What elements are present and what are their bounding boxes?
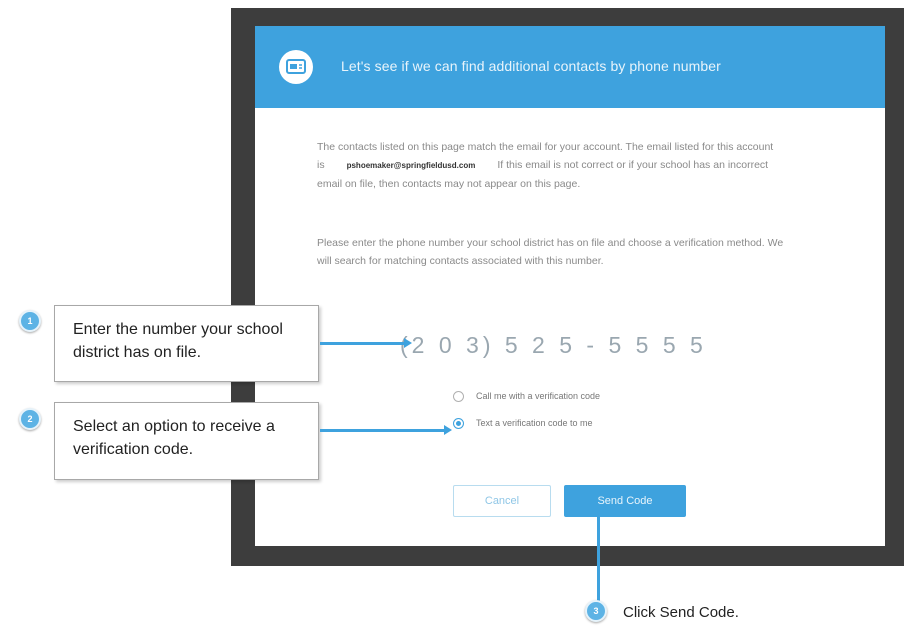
callout-arrow-1 xyxy=(320,342,406,345)
dialog-header: Let's see if we can find additional cont… xyxy=(255,26,885,108)
arrowhead-1-icon xyxy=(404,338,412,348)
cancel-button[interactable]: Cancel xyxy=(453,485,551,517)
callout-arrow-2 xyxy=(320,429,444,432)
callout-click-send: Click Send Code. xyxy=(623,604,739,621)
dialog-title: Let's see if we can find additional cont… xyxy=(341,58,721,74)
step-1-badge: 1 xyxy=(19,310,41,332)
callout-enter-number: Enter the number your school district ha… xyxy=(54,305,319,382)
option-text-verification[interactable]: Text a verification code to me xyxy=(453,415,593,431)
arrowhead-2-icon xyxy=(444,425,452,435)
option-text-label: Text a verification code to me xyxy=(476,418,593,428)
radio-text[interactable] xyxy=(453,417,464,429)
step-2-badge: 2 xyxy=(19,408,41,430)
callout-select-option: Select an option to receive a verificati… xyxy=(54,402,319,480)
instructions-paragraph: Please enter the phone number your schoo… xyxy=(317,237,784,267)
phone-number-input[interactable]: (2 0 3) 5 2 5 - 5 5 5 5 xyxy=(400,332,707,359)
callout-arrow-3 xyxy=(597,517,600,601)
account-email: pshoemaker@springfieldusd.com xyxy=(346,161,476,170)
step-3-badge: 3 xyxy=(585,600,607,622)
phone-card-icon xyxy=(279,50,313,84)
account-email-paragraph: The contacts listed on this page match t… xyxy=(317,138,787,193)
radio-call[interactable] xyxy=(453,390,464,402)
option-call-verification[interactable]: Call me with a verification code xyxy=(453,388,600,404)
verification-dialog: Let's see if we can find additional cont… xyxy=(255,26,885,546)
option-call-label: Call me with a verification code xyxy=(476,391,601,401)
send-code-button[interactable]: Send Code xyxy=(564,485,686,517)
